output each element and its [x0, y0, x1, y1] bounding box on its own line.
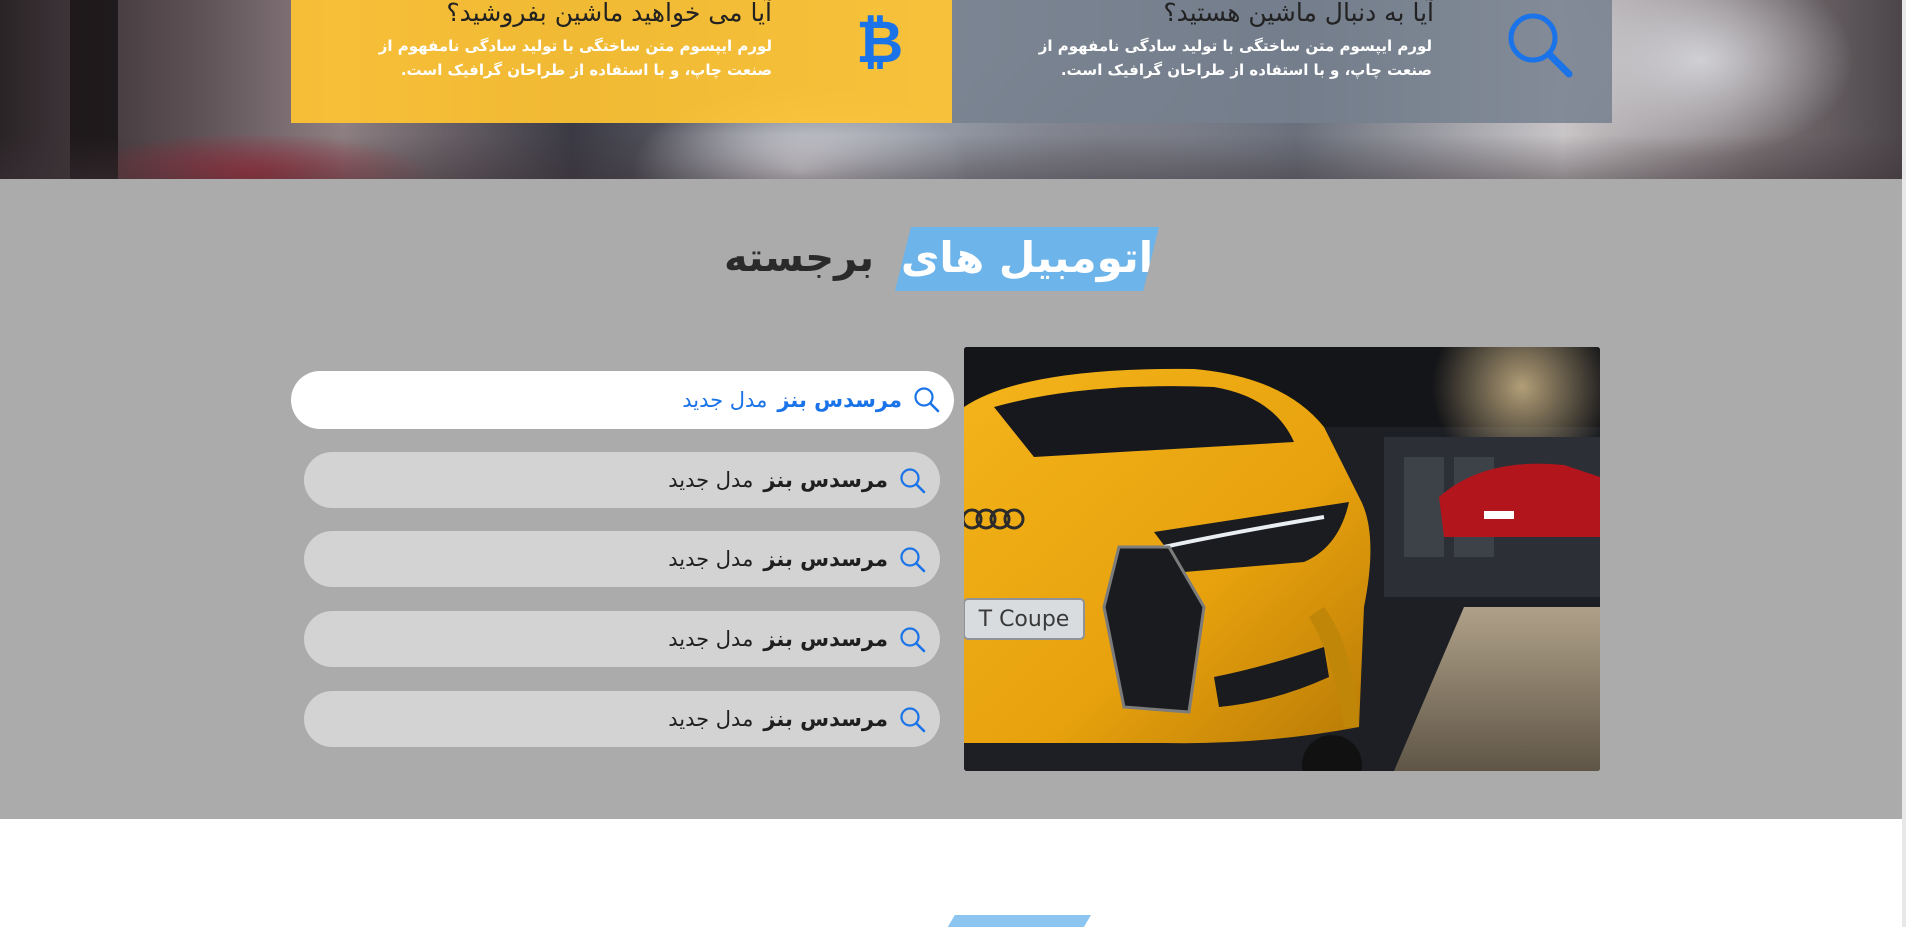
result-item[interactable]: مرسدس بنز مدل جدید [304, 531, 940, 587]
page-scrollbar[interactable] [1902, 0, 1906, 927]
heading-rest-text: برجسته [723, 235, 874, 281]
result-text: مرسدس بنز مدل جدید [668, 452, 888, 508]
result-brand: مرسدس بنز [763, 707, 888, 731]
search-icon [900, 547, 926, 573]
sell-car-card[interactable]: آیا می خواهید ماشین بفروشید؟ لورم ایپسوم… [291, 0, 952, 123]
result-model: مدل جدید [668, 627, 754, 651]
license-plate-text: T Coupe [978, 607, 1070, 632]
result-item[interactable]: مرسدس بنز مدل جدید [304, 611, 940, 667]
hero-banner: آیا می خواهید ماشین بفروشید؟ لورم ایپسوم… [0, 0, 1906, 179]
result-item[interactable]: مرسدس بنز مدل جدید [304, 452, 940, 508]
search-icon [900, 627, 926, 653]
find-card-title: آیا به دنبال ماشین هستید؟ [1163, 0, 1434, 27]
heading-highlight-badge: اتومبیل های [895, 227, 1159, 291]
search-icon [900, 707, 926, 733]
result-model: مدل جدید [668, 547, 754, 571]
find-card-description: لورم ایپسوم متن ساختگی با تولید سادگی نا… [1038, 37, 1432, 79]
search-icon [914, 387, 940, 413]
bitcoin-icon: ₿ [856, 13, 904, 71]
bitcoin-icon-glyph: ₿ [856, 8, 904, 76]
featured-car-image[interactable]: T Coupe [964, 347, 1600, 771]
sell-card-title: آیا می خواهید ماشین بفروشید؟ [446, 0, 772, 27]
result-brand: مرسدس بنز [763, 468, 888, 492]
result-item[interactable]: مرسدس بنز مدل جدید [304, 691, 940, 747]
result-brand: مرسدس بنز [763, 547, 888, 571]
result-brand: مرسدس بنز [777, 388, 902, 412]
featured-cars-section: اتومبیل های برجسته T Coupe مرسدس بنزمدل … [0, 179, 1906, 819]
result-text: مرسدس بنز مدل جدید [668, 531, 888, 587]
next-section-heading-badge [943, 915, 1091, 927]
sell-card-description: لورم ایپسوم متن ساختگی با تولید سادگی نا… [378, 37, 772, 79]
hero-background-floor [0, 135, 1906, 179]
result-brand: مرسدس بنز [763, 627, 888, 651]
car-illustration: T Coupe [964, 347, 1600, 771]
result-text: مرسدس بنز مدل جدید [668, 611, 888, 667]
result-text: مرسدس بنز مدل جدید [682, 371, 902, 429]
search-icon [900, 468, 926, 494]
result-text: مرسدس بنز مدل جدید [668, 691, 888, 747]
result-model: مدل جدید [668, 468, 754, 492]
result-model: مدل جدید [668, 707, 754, 731]
heading-highlight-text: اتومبیل های [900, 233, 1154, 282]
search-icon [1508, 13, 1573, 78]
result-model: مدل جدید [682, 388, 768, 412]
result-item-active[interactable]: مرسدس بنز مدل جدید [291, 371, 954, 429]
